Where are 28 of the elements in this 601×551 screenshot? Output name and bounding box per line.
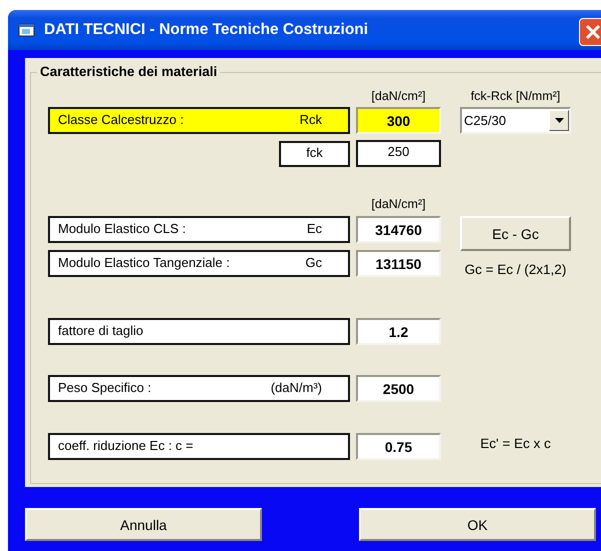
value-field[interactable]: 131150 <box>356 250 441 277</box>
label-field: fck <box>279 140 350 166</box>
formula-text: Ec' = Ec x c <box>479 436 552 451</box>
label-field: coeff. riduzione Ec : c = <box>48 433 350 460</box>
combo-label: fck-Rck [N/mm²] <box>470 89 562 103</box>
window-icon <box>18 22 36 38</box>
label-field: Peso Specifico : (daN/m³) <box>48 375 350 402</box>
unit-label: [daN/cm²] <box>370 89 427 103</box>
group-title: Caratteristiche dei materiali <box>37 64 220 79</box>
label-field: Modulo Elastico CLS : Ec <box>48 216 350 243</box>
label-field: Classe Calcestruzzo : Rck <box>48 107 350 134</box>
dialog-button[interactable]: OK <box>359 508 596 541</box>
value-field[interactable]: 0.75 <box>356 433 441 460</box>
value-field[interactable]: 300 <box>356 107 441 134</box>
dialog-button[interactable]: Annulla <box>25 508 262 541</box>
value-field[interactable]: 1.2 <box>356 318 441 345</box>
label-field: fattore di taglio <box>48 318 350 345</box>
close-icon[interactable] <box>579 18 601 46</box>
class-dropdown[interactable]: C25/30 <box>460 107 571 134</box>
value-field[interactable]: 314760 <box>356 216 441 243</box>
formula-text: Gc = Ec / (2x1,2) <box>464 262 568 277</box>
unit-label: [daN/cm²] <box>370 197 427 211</box>
value-field[interactable]: 250 <box>356 140 441 167</box>
label-field: Modulo Elastico Tangenziale : Gc <box>48 250 350 277</box>
window-title: DATI TECNICI - Norme Tecniche Costruzioni <box>44 21 368 39</box>
ec-gc-button[interactable]: Ec - Gc <box>460 216 571 251</box>
value-field[interactable]: 2500 <box>356 375 441 402</box>
dropdown-arrow-icon[interactable] <box>554 118 564 123</box>
